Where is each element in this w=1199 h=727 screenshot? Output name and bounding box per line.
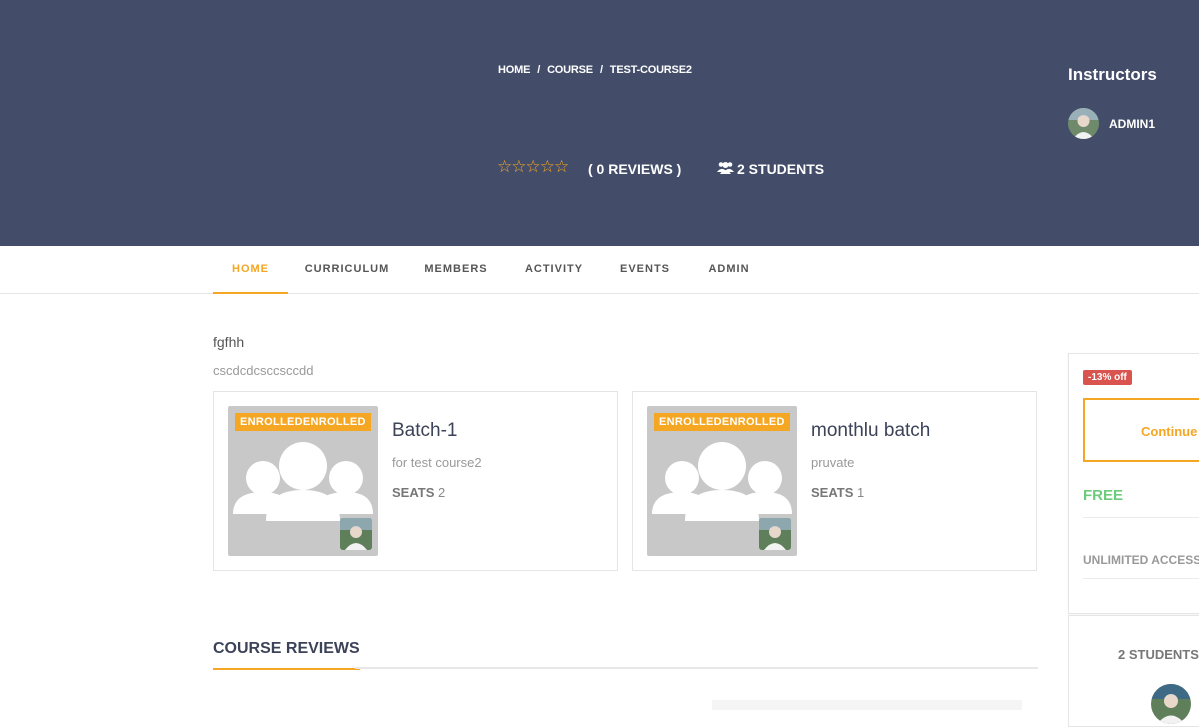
instructor-name: ADMIN1 (1109, 116, 1156, 131)
pricing-card: -13% off Continue FREE UNLIMITED ACCESS (1068, 353, 1199, 614)
tab-events[interactable]: EVENTS (610, 246, 680, 292)
batch-seats: SEATS 2 (392, 485, 446, 500)
course-description-text: cscdcdcsccsccdd (213, 363, 314, 378)
student-avatar[interactable] (1151, 684, 1191, 724)
divider (1083, 578, 1199, 579)
batch-name[interactable]: monthlu batch (811, 420, 930, 442)
batch-card[interactable]: ENROLLEDENROLLED Batch-1 for test course… (213, 391, 618, 571)
students-count-label: 2 STUDENTS (737, 161, 825, 177)
tab-activity[interactable]: ACTIVITY (514, 246, 594, 292)
batch-thumbnail: ENROLLEDENROLLED (228, 406, 378, 556)
enrolled-badge: ENROLLEDENROLLED (235, 413, 371, 431)
member-avatar (759, 518, 791, 550)
tab-home[interactable]: HOME (213, 246, 288, 294)
breadcrumb-home[interactable]: HOME (498, 64, 530, 76)
divider (1083, 517, 1199, 518)
enrolled-badge: ENROLLEDENROLLED (654, 413, 790, 431)
access-duration: UNLIMITED ACCESS (1083, 553, 1199, 567)
breadcrumb-course[interactable]: COURSE (547, 64, 593, 76)
batch-name[interactable]: Batch-1 (392, 420, 457, 442)
batch-description: pruvate (811, 455, 855, 470)
breadcrumb: HOME / COURSE / TEST-COURSE2 (498, 64, 692, 76)
course-description-title: fgfhh (213, 334, 245, 350)
instructor-avatar (1068, 108, 1099, 139)
tab-curriculum[interactable]: CURRICULUM (292, 246, 402, 292)
users-icon (717, 161, 734, 177)
course-tabs: HOME CURRICULUM MEMBERS ACTIVITY EVENTS … (0, 246, 1199, 294)
reviews-count[interactable]: ( 0 REVIEWS ) (588, 161, 681, 177)
instructor-item[interactable]: ADMIN1 (1068, 108, 1155, 139)
rating-stars: ☆☆☆☆☆ (497, 157, 569, 176)
discount-badge: -13% off (1083, 370, 1132, 385)
batch-card[interactable]: ENROLLEDENROLLED monthlu batch pruvate S… (632, 391, 1037, 571)
batch-description: for test course2 (392, 455, 482, 470)
breadcrumb-current: TEST-COURSE2 (609, 64, 692, 76)
continue-course-button[interactable]: Continue (1083, 398, 1199, 462)
batch-seats: SEATS 1 (811, 485, 865, 500)
students-card: 2 STUDENTS (1068, 615, 1199, 727)
batch-thumbnail: ENROLLEDENROLLED (647, 406, 797, 556)
instructors-title: Instructors (1068, 65, 1157, 84)
member-avatar (340, 518, 372, 550)
students-card-title: 2 STUDENTS (1118, 647, 1199, 662)
tab-members[interactable]: MEMBERS (414, 246, 498, 292)
course-reviews-heading: COURSE REVIEWS (213, 640, 360, 670)
section-divider (355, 667, 1038, 669)
review-panel (712, 700, 1022, 710)
course-header: HOME / COURSE / TEST-COURSE2 ☆☆☆☆☆ ( 0 REVIE… (0, 0, 1199, 246)
course-price: FREE (1083, 487, 1124, 504)
students-count: 2 STUDENTS (717, 161, 824, 177)
tab-admin[interactable]: ADMIN (698, 246, 760, 292)
